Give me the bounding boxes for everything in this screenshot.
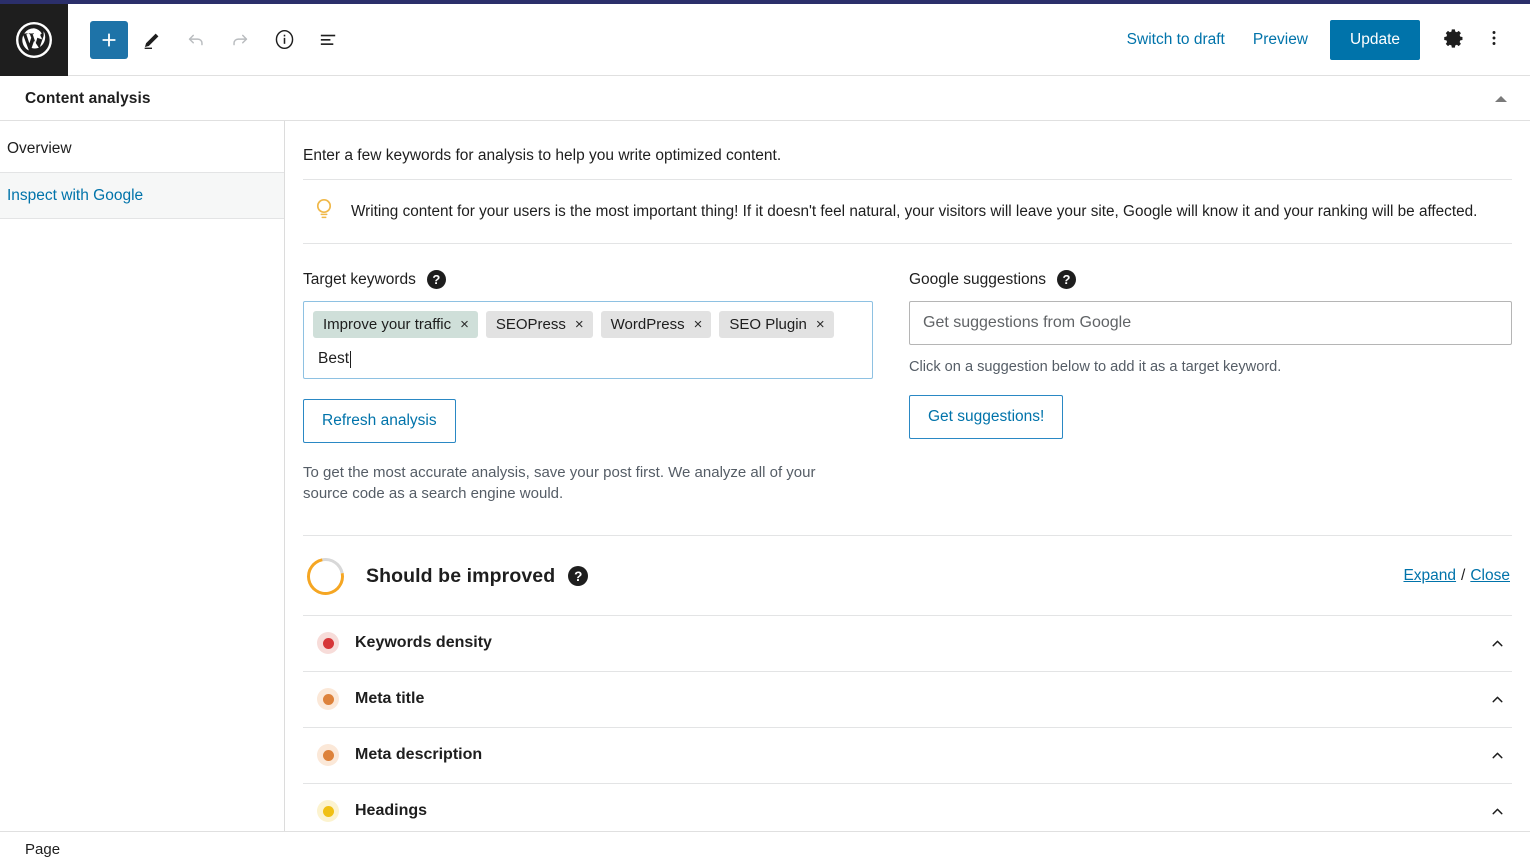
text-caret [350, 350, 352, 368]
status-badge: Should be improved [366, 564, 556, 587]
lightbulb-icon [313, 196, 335, 227]
check-label: Headings [355, 802, 428, 820]
undo-arrow-icon [185, 29, 207, 51]
content-analysis-body: Overview Inspect with Google Enter a few… [0, 121, 1530, 836]
switch-to-draft-button[interactable]: Switch to draft [1113, 23, 1239, 57]
status-dot [317, 632, 339, 655]
keyword-tag-list: Improve your traffic × SEOPress × WordPr… [313, 311, 863, 338]
editor-bottom-bar: Page [0, 831, 1530, 867]
get-suggestions-button[interactable]: Get suggestions! [909, 395, 1064, 439]
check-label: Meta title [355, 690, 425, 708]
chevron-up-icon[interactable] [1486, 688, 1508, 710]
analysis-check-row-keywords-density[interactable]: Keywords density [303, 614, 1512, 671]
question-mark-icon[interactable]: ? [426, 270, 446, 289]
keyword-form-columns: Target keywords ? Improve your traffic ×… [303, 244, 1512, 505]
chevron-up-icon[interactable] [1486, 632, 1508, 654]
progress-ring-icon [299, 550, 352, 602]
tip-notice: Writing content for your users is the mo… [303, 180, 1512, 243]
update-button[interactable]: Update [1330, 19, 1420, 60]
list-view-icon [317, 28, 340, 51]
list-view-button[interactable] [308, 20, 348, 60]
wordpress-logo-icon [15, 21, 53, 59]
sidebar-item-inspect-with-google[interactable]: Inspect with Google [0, 172, 284, 219]
toolbar-right-group: Switch to draft Preview Update [1113, 19, 1530, 60]
intro-text: Enter a few keywords for analysis to hel… [303, 147, 782, 164]
analysis-help-note: To get the most accurate analysis, save … [303, 464, 816, 503]
redo-arrow-icon [229, 29, 251, 51]
toolbar-left-group [68, 20, 348, 60]
google-suggestions-column: Google suggestions ? Click on a suggesti… [909, 270, 1512, 505]
keyword-tag[interactable]: SEO Plugin × [719, 311, 834, 338]
keyword-entry-text: Best [318, 350, 350, 367]
analysis-check-row-meta-description[interactable]: Meta description [303, 726, 1512, 783]
question-mark-icon[interactable]: ? [1057, 270, 1077, 289]
chevron-up-icon[interactable] [1486, 800, 1508, 822]
remove-keyword-icon[interactable]: × [460, 317, 469, 332]
gear-icon [1443, 27, 1466, 53]
sidebar-item-label: Overview [7, 139, 72, 157]
expand-all-link[interactable]: Expand [1403, 567, 1456, 585]
plus-icon [98, 29, 120, 51]
keyword-tag-label: Improve your traffic [323, 316, 452, 333]
check-label: Meta description [355, 746, 483, 764]
keyword-tag-label: SEO Plugin [729, 316, 807, 333]
analysis-sidebar: Overview Inspect with Google [0, 121, 285, 836]
wordpress-logo-button[interactable] [0, 3, 68, 76]
preview-button[interactable]: Preview [1239, 23, 1322, 57]
sidebar-item-label: Inspect with Google [7, 186, 144, 204]
separator: / [1461, 567, 1466, 585]
remove-keyword-icon[interactable]: × [816, 317, 825, 332]
google-suggestions-label: Google suggestions [909, 270, 1047, 288]
keyword-tag-label: SEOPress [495, 316, 566, 333]
redo-button[interactable] [220, 20, 260, 60]
target-keywords-label: Target keywords [303, 270, 416, 288]
target-keywords-column: Target keywords ? Improve your traffic ×… [303, 270, 873, 505]
analysis-main-content: Enter a few keywords for analysis to hel… [285, 121, 1530, 836]
expand-close-actions: Expand / Close [1403, 567, 1510, 585]
analysis-check-row-headings[interactable]: Headings [303, 782, 1512, 836]
analysis-score-header: Should be improved ? Expand / Close [299, 536, 1512, 615]
status-dot [317, 744, 339, 767]
google-suggestions-input[interactable] [909, 301, 1512, 345]
three-dots-vertical-icon [1483, 27, 1505, 52]
target-keywords-input[interactable]: Improve your traffic × SEOPress × WordPr… [303, 301, 873, 379]
page-title: Content analysis [25, 89, 151, 107]
details-button[interactable] [264, 20, 304, 60]
editor-top-bar: Switch to draft Preview Update [0, 3, 1530, 76]
google-suggestions-hint: Click on a suggestion below to add it as… [909, 359, 1282, 375]
more-options-button[interactable] [1474, 20, 1514, 60]
panel-collapse-button[interactable] [1490, 88, 1512, 110]
add-block-button[interactable] [90, 20, 128, 59]
undo-button[interactable] [176, 20, 216, 60]
status-dot [317, 688, 339, 711]
edit-tool-button[interactable] [132, 20, 172, 60]
status-dot [317, 800, 339, 823]
remove-keyword-icon[interactable]: × [694, 317, 703, 332]
check-label: Keywords density [355, 634, 492, 652]
breadcrumb: Page [25, 841, 61, 858]
content-analysis-panel-header: Content analysis [0, 77, 1530, 121]
triangle-up-icon [1495, 95, 1507, 102]
chevron-up-icon[interactable] [1486, 744, 1508, 766]
settings-button[interactable] [1434, 20, 1474, 60]
analysis-check-row-meta-title[interactable]: Meta title [303, 670, 1512, 727]
target-keywords-label-row: Target keywords ? [303, 270, 873, 289]
pencil-icon [141, 29, 163, 51]
sidebar-item-overview[interactable]: Overview [0, 125, 284, 172]
keyword-tag[interactable]: Improve your traffic × [313, 311, 478, 338]
keyword-entry-line[interactable]: Best [313, 338, 863, 370]
question-mark-icon[interactable]: ? [568, 566, 589, 587]
close-all-link[interactable]: Close [1470, 567, 1510, 585]
keyword-tag-label: WordPress [610, 316, 685, 333]
keyword-tag[interactable]: SEOPress × [485, 311, 593, 338]
tip-notice-text: Writing content for your users is the mo… [351, 202, 1478, 220]
info-circle-icon [273, 28, 296, 51]
google-suggestions-label-row: Google suggestions ? [909, 270, 1512, 289]
refresh-analysis-button[interactable]: Refresh analysis [303, 399, 456, 443]
keyword-tag[interactable]: WordPress × [600, 311, 712, 338]
remove-keyword-icon[interactable]: × [575, 317, 584, 332]
